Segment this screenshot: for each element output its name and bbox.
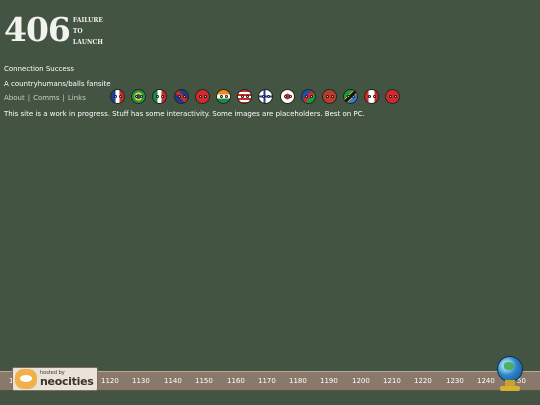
site-nav: About | Comms | Links (4, 94, 86, 103)
russia-ball-icon[interactable] (321, 89, 337, 104)
logo-code: 406 (4, 10, 71, 49)
nav-separator: | (27, 94, 31, 102)
connection-status: Connection Success (4, 65, 75, 73)
ruler-tick: 1210 (383, 377, 401, 385)
france-ball-icon[interactable] (110, 89, 125, 104)
ruler-tick: 1220 (414, 377, 432, 385)
turkey-ball-icon[interactable] (385, 89, 401, 104)
mexico-ball-icon[interactable] (152, 89, 168, 104)
ruler-tick: 1130 (132, 377, 150, 385)
logo-word: FAILURE (72, 17, 103, 24)
neocities-label: neocities (40, 375, 94, 388)
nav-separator: | (62, 94, 65, 102)
countryball-row (110, 89, 407, 104)
nav-link-links[interactable]: Links (68, 94, 86, 102)
brazil-ball-icon[interactable] (131, 89, 147, 104)
ruler-tick: 1160 (227, 377, 245, 385)
nav-link-about[interactable]: About (4, 94, 25, 102)
site-tagline: A countryhumans/balls fansite (4, 80, 111, 88)
finland-ball-icon[interactable] (258, 89, 274, 104)
nav-link-comms[interactable]: Comms (33, 94, 59, 102)
china-ball-icon[interactable] (194, 89, 210, 104)
ruler-tick: 1140 (164, 377, 182, 385)
japan-ball-icon[interactable] (279, 89, 295, 104)
tanzania-ball-icon[interactable] (343, 89, 359, 104)
globe-icon (497, 356, 525, 392)
neocities-badge[interactable]: hosted by neocities (12, 367, 98, 391)
site-logo: 406 FAILURE TO LAUNCH (4, 12, 103, 48)
neocities-badge-text: hosted by neocities (40, 370, 94, 388)
neocities-cat-icon (15, 369, 37, 389)
ruler-tick: 1170 (258, 377, 276, 385)
ruler-tick: 1120 (101, 377, 119, 385)
canada-ball-icon[interactable] (364, 89, 380, 104)
site-notice: This site is a work in progress. Stuff h… (4, 110, 365, 118)
ruler-tick: 1180 (289, 377, 307, 385)
ruler-tick: 1230 (446, 377, 464, 385)
ruler-tick: 1150 (195, 377, 213, 385)
india-ball-icon[interactable] (215, 89, 231, 104)
ruler-tick: 1200 (352, 377, 370, 385)
uk-ball-icon[interactable] (173, 89, 189, 104)
logo-words: FAILURE TO LAUNCH (73, 15, 103, 48)
logo-word: TO (72, 28, 83, 35)
namibia-ball-icon[interactable] (300, 89, 316, 104)
usa-ball-icon[interactable] (237, 89, 253, 104)
ruler-tick: 1190 (320, 377, 338, 385)
ruler-tick: 1240 (477, 377, 495, 385)
logo-word: LAUNCH (72, 39, 103, 46)
